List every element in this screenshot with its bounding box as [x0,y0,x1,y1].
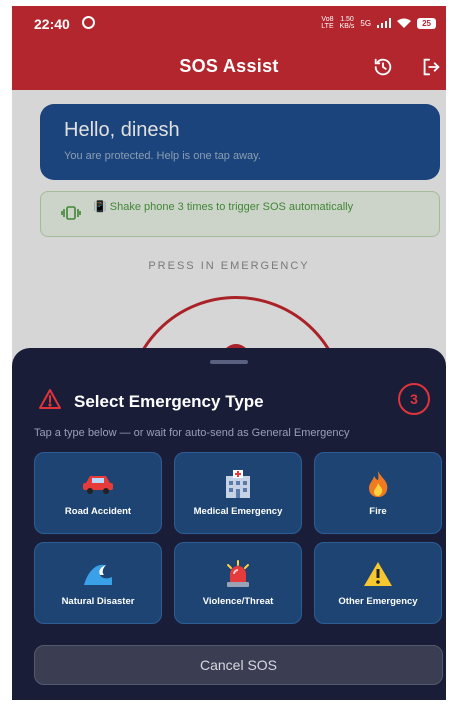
sheet-title: Select Emergency Type [74,392,264,411]
type-label: Violence/Threat [202,595,274,607]
emergency-type-grid: Road Accident Medical Emergency Fire Nat… [34,452,444,624]
type-other-emergency[interactable]: Other Emergency [314,542,442,624]
whatsapp-icon [82,16,95,29]
logout-icon [423,58,440,76]
status-time: 22:40 [34,16,70,32]
cancel-sos-button[interactable]: Cancel SOS [34,645,443,685]
type-label: Other Emergency [338,595,418,607]
countdown-badge: 3 [398,383,430,415]
logout-button[interactable] [418,54,444,80]
network-type: Vo8 LTE [321,16,334,30]
type-label: Natural Disaster [61,595,135,607]
history-icon [374,58,392,76]
type-label: Road Accident [64,505,132,517]
siren-icon [221,559,255,588]
warning-icon [361,560,395,588]
wave-icon [81,560,115,588]
battery-indicator: 25 [417,17,436,29]
type-violence-threat[interactable]: Violence/Threat [174,542,302,624]
type-label: Medical Emergency [193,505,283,517]
fire-icon [361,470,395,498]
phone-screen: 22:40 Vo8 LTE 1.50 KB/s 5G 25 SOS Assist H… [12,6,446,700]
type-road-accident[interactable]: Road Accident [34,452,162,534]
emergency-type-sheet: Select Emergency Type 3 Tap a type below… [12,348,446,700]
type-fire[interactable]: Fire [314,452,442,534]
car-icon [81,470,115,498]
type-natural-disaster[interactable]: Natural Disaster [34,542,162,624]
signal-icon [377,18,392,28]
sheet-hint: Tap a type below — or wait for auto-send… [34,427,350,439]
app-bar: SOS Assist [12,42,446,90]
status-bar: 22:40 Vo8 LTE 1.50 KB/s 5G 25 [12,6,446,42]
type-medical-emergency[interactable]: Medical Emergency [174,452,302,534]
history-button[interactable] [370,54,396,80]
type-label: Fire [369,505,387,517]
wifi-icon [397,18,412,28]
signal-label: 5G [360,18,372,28]
hospital-icon [221,469,255,498]
status-indicators: Vo8 LTE 1.50 KB/s 5G 25 [321,16,436,30]
sheet-handle[interactable] [210,360,248,364]
warning-triangle-icon [39,389,61,409]
network-speed: 1.50 KB/s [339,16,355,30]
